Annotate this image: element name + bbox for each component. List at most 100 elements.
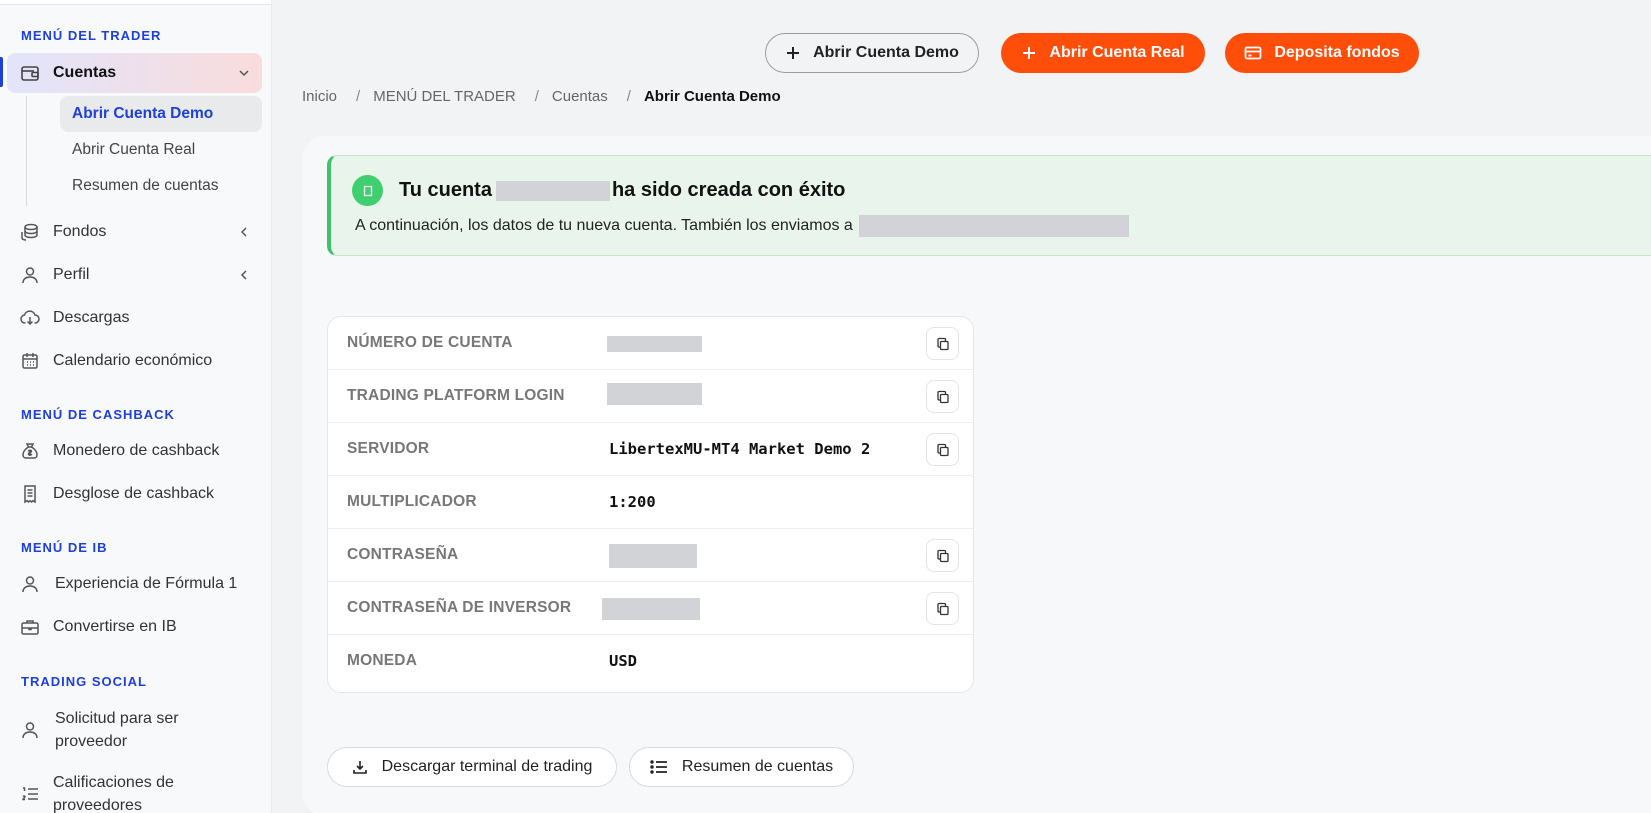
sidebar-item-fondos[interactable]: Fondos bbox=[7, 212, 262, 252]
sidebar-item-label: Perfil bbox=[53, 266, 90, 283]
copy-button[interactable] bbox=[926, 592, 959, 625]
table-row: TRADING PLATFORM LOGIN bbox=[328, 370, 973, 423]
table-row: CONTRASEÑA DE INVERSOR bbox=[328, 582, 973, 635]
alert-title-prefix: Tu cuenta bbox=[399, 179, 492, 201]
sidebar: MENÚ DEL TRADER Cuentas Abrir Cuenta Dem… bbox=[0, 0, 272, 813]
accounts-summary-label: Resumen de cuentas bbox=[681, 758, 834, 775]
open-real-account-label: Abrir Cuenta Real bbox=[1049, 44, 1185, 61]
table-row: NÚMERO DE CUENTA bbox=[328, 317, 973, 370]
download-terminal-label: Descargar terminal de trading bbox=[381, 758, 593, 775]
row-label: CONTRASEÑA bbox=[347, 546, 459, 563]
deposit-funds-button[interactable]: Deposita fondos bbox=[1225, 33, 1419, 73]
coins-icon bbox=[19, 221, 41, 243]
sidebar-item-monedero[interactable]: Monedero de cashback bbox=[7, 431, 262, 471]
submenu-item-resumen[interactable]: Resumen de cuentas bbox=[60, 168, 262, 204]
row-label: TRADING PLATFORM LOGIN bbox=[347, 387, 565, 404]
sidebar-item-label: Descargas bbox=[53, 309, 130, 326]
sidebar-item-cuentas[interactable]: Cuentas bbox=[7, 53, 262, 93]
active-indicator bbox=[0, 57, 3, 87]
server-value: LibertexMU-MT4 Market Demo 2 bbox=[609, 440, 871, 458]
sidebar-item-descargas[interactable]: Descargas bbox=[7, 298, 262, 338]
sidebar-item-label-line1: Calificaciones de bbox=[53, 774, 174, 791]
breadcrumb-item-current: Abrir Cuenta Demo bbox=[643, 88, 781, 105]
copy-icon bbox=[936, 602, 949, 615]
briefcase-icon bbox=[19, 616, 41, 638]
sidebar-item-convertirse[interactable]: Convertirse en IB bbox=[7, 607, 262, 647]
redacted-email bbox=[858, 215, 1129, 237]
submenu-item-abrir-demo[interactable]: Abrir Cuenta Demo bbox=[60, 96, 262, 132]
sidebar-item-label: Desglose de cashback bbox=[53, 485, 214, 502]
section-title-ib: MENÚ DE IB bbox=[21, 540, 108, 555]
row-label: SERVIDOR bbox=[347, 440, 430, 457]
download-terminal-button[interactable]: Descargar terminal de trading bbox=[327, 747, 617, 787]
chevron-left-icon bbox=[236, 224, 252, 240]
sidebar-item-label-line2: proveedores bbox=[53, 797, 142, 813]
row-label: CONTRASEÑA DE INVERSOR bbox=[347, 599, 572, 616]
sidebar-item-label: Fondos bbox=[53, 223, 107, 240]
sidebar-item-desglose[interactable]: Desglose de cashback bbox=[7, 474, 262, 514]
section-title-cashback: MENÚ DE CASHBACK bbox=[21, 407, 175, 422]
sidebar-item-calificaciones[interactable]: Calificaciones de proveedores bbox=[7, 770, 262, 813]
copy-icon bbox=[936, 390, 949, 403]
open-demo-account-button[interactable]: Abrir Cuenta Demo bbox=[765, 33, 979, 73]
alert-description-text: A continuación, los datos de tu nueva cu… bbox=[355, 217, 853, 234]
sidebar-item-label-line1: Solicitud para ser bbox=[55, 710, 179, 727]
sidebar-item-label: Experiencia de Fórmula 1 bbox=[55, 575, 238, 592]
breadcrumb: Inicio / MENÚ DEL TRADER / Cuentas / Abr… bbox=[302, 88, 781, 105]
table-row: CONTRASEÑA bbox=[328, 529, 973, 582]
user-icon bbox=[19, 719, 41, 741]
chevron-left-icon bbox=[236, 267, 252, 283]
sidebar-item-formula[interactable]: Experiencia de Fórmula 1 bbox=[7, 564, 262, 604]
cloud-download-icon bbox=[19, 307, 41, 329]
section-title-trader: MENÚ DEL TRADER bbox=[21, 28, 162, 43]
accounts-summary-button[interactable]: Resumen de cuentas bbox=[629, 747, 854, 787]
sidebar-item-perfil[interactable]: Perfil bbox=[7, 255, 262, 295]
sidebar-item-label: Cuentas bbox=[53, 64, 117, 81]
calendar-icon bbox=[19, 350, 41, 372]
submenu-item-abrir-real[interactable]: Abrir Cuenta Real bbox=[60, 132, 262, 168]
list-icon bbox=[650, 759, 668, 775]
breadcrumb-separator: / bbox=[356, 88, 361, 105]
redacted-value bbox=[607, 383, 702, 405]
copy-icon bbox=[936, 337, 949, 350]
sidebar-item-label: Calendario económico bbox=[53, 352, 213, 369]
open-real-account-button[interactable]: Abrir Cuenta Real bbox=[1001, 33, 1205, 73]
copy-button[interactable] bbox=[926, 327, 959, 360]
sidebar-item-calendario[interactable]: Calendario económico bbox=[7, 341, 262, 381]
money-bag-icon bbox=[19, 440, 41, 462]
leverage-value: 1:200 bbox=[609, 493, 656, 511]
alert-description: A continuación, los datos de tu nueva cu… bbox=[355, 215, 1129, 237]
row-label: MULTIPLICADOR bbox=[347, 493, 477, 510]
redacted-account-number bbox=[495, 180, 610, 201]
redacted-value bbox=[602, 598, 700, 620]
breadcrumb-item-cuentas[interactable]: Cuentas bbox=[552, 88, 608, 105]
success-check-icon bbox=[352, 175, 383, 206]
plus-icon bbox=[785, 45, 801, 61]
copy-button[interactable] bbox=[926, 433, 959, 466]
credit-card-icon bbox=[1244, 45, 1262, 61]
chevron-down-icon bbox=[236, 65, 252, 81]
alert-title-suffix: ha sido creada con éxito bbox=[611, 179, 846, 201]
currency-value: USD bbox=[609, 652, 637, 670]
wallet-icon bbox=[19, 62, 41, 84]
row-label: NÚMERO DE CUENTA bbox=[347, 334, 513, 351]
copy-button[interactable] bbox=[926, 380, 959, 413]
list-ordered-icon bbox=[19, 783, 41, 805]
open-demo-account-label: Abrir Cuenta Demo bbox=[813, 44, 959, 61]
table-row: MULTIPLICADOR 1:200 bbox=[328, 476, 973, 529]
receipt-icon bbox=[19, 483, 41, 505]
redacted-value bbox=[607, 336, 702, 352]
sidebar-item-label-line2: proveedor bbox=[55, 733, 128, 750]
sidebar-item-label: Monedero de cashback bbox=[53, 442, 220, 459]
account-details-table: NÚMERO DE CUENTA TRADING PLATFORM LOGIN … bbox=[327, 316, 974, 693]
sidebar-item-label: Convertirse en IB bbox=[53, 618, 177, 635]
submenu-guide-line bbox=[26, 96, 27, 206]
breadcrumb-item-menu-trader[interactable]: MENÚ DEL TRADER bbox=[373, 88, 516, 105]
breadcrumb-item-inicio[interactable]: Inicio bbox=[302, 88, 337, 105]
sidebar-item-solicitud[interactable]: Solicitud para ser proveedor bbox=[7, 706, 262, 754]
download-icon bbox=[352, 759, 368, 775]
user-icon bbox=[19, 264, 41, 286]
redacted-value bbox=[609, 544, 697, 568]
copy-icon bbox=[936, 443, 949, 456]
copy-button[interactable] bbox=[926, 539, 959, 572]
